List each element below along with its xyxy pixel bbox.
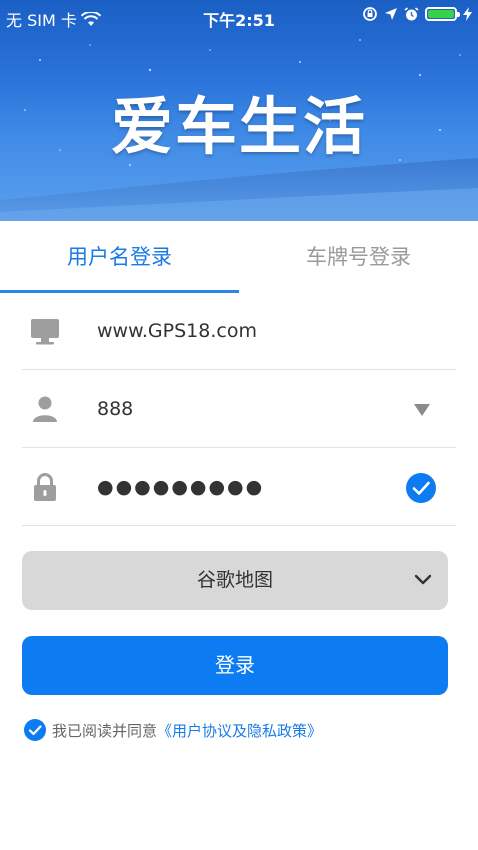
status-bar: 无 SIM 卡 下午2:51 bbox=[0, 0, 478, 34]
username-field[interactable]: 888 bbox=[22, 371, 456, 448]
server-input[interactable]: www.GPS18.com bbox=[97, 293, 257, 369]
login-tabs: 用户名登录 车牌号登录 bbox=[0, 221, 478, 293]
monitor-icon bbox=[31, 319, 59, 345]
username-input[interactable]: 888 bbox=[97, 371, 133, 447]
battery-icon bbox=[425, 7, 460, 21]
rotation-lock-icon bbox=[363, 7, 377, 21]
tab-username-login[interactable]: 用户名登录 bbox=[0, 221, 239, 291]
agreement-row: 我已阅读并同意 《用户协议及隐私政策》 bbox=[24, 718, 322, 742]
agreement-link[interactable]: 《用户协议及隐私政策》 bbox=[157, 720, 322, 741]
dropdown-triangle-icon[interactable] bbox=[414, 404, 430, 416]
header-banner: 无 SIM 卡 下午2:51 爱车生活 bbox=[0, 0, 478, 221]
login-screen: 无 SIM 卡 下午2:51 爱车生活 用户名登录 车牌号登录 www.GPS1… bbox=[0, 0, 478, 850]
location-arrow-icon bbox=[385, 8, 397, 20]
check-circle-icon[interactable] bbox=[406, 473, 436, 503]
agreement-text: 我已阅读并同意 bbox=[52, 721, 158, 740]
map-type-select[interactable]: 谷歌地图 bbox=[22, 551, 448, 610]
map-type-selected: 谷歌地图 bbox=[196, 569, 273, 591]
app-title: 爱车生活 bbox=[110, 90, 367, 163]
password-field[interactable]: ●●●●●●●●● bbox=[22, 449, 456, 526]
tab-plate-login[interactable]: 车牌号登录 bbox=[239, 221, 478, 291]
lock-icon bbox=[34, 473, 56, 501]
chevron-down-icon bbox=[414, 574, 432, 585]
password-input[interactable]: ●●●●●●●●● bbox=[97, 449, 264, 525]
server-field[interactable]: www.GPS18.com bbox=[22, 293, 456, 370]
user-icon bbox=[33, 396, 57, 422]
login-button[interactable]: 登录 bbox=[22, 636, 448, 695]
alarm-icon bbox=[404, 6, 419, 20]
agreement-checkbox-icon[interactable] bbox=[24, 719, 46, 741]
charging-bolt-icon bbox=[463, 7, 472, 21]
